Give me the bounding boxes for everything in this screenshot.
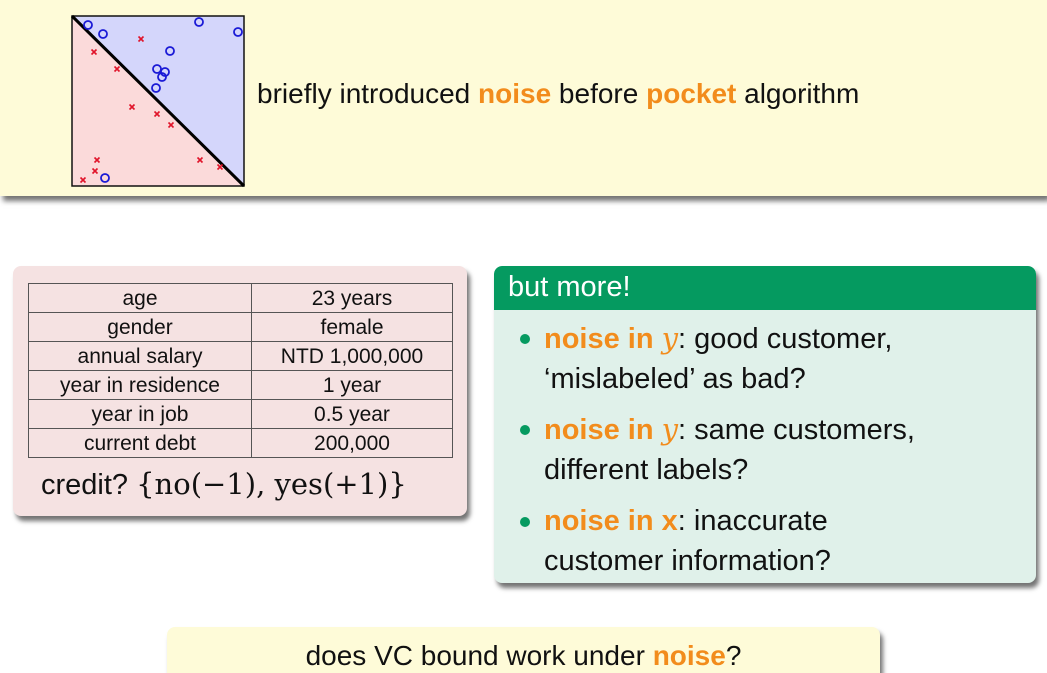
bullet-variable: x: [661, 505, 678, 537]
attribute-name: age: [28, 283, 252, 313]
attribute-name: year in residence: [28, 370, 252, 400]
table-row: gender female: [28, 312, 453, 342]
intro-sentence: briefly introduced noise before pocket a…: [257, 78, 859, 110]
question-banner: does VC bound work under noise?: [167, 627, 880, 673]
keyword-noise: noise: [652, 640, 726, 671]
intro-text-3: algorithm: [736, 78, 860, 109]
bullet-text: : same customers,: [678, 414, 915, 446]
intro-banner: briefly introduced noise before pocket a…: [0, 0, 1047, 196]
attribute-value: 1 year: [251, 370, 453, 400]
bullet-item: noise in y: good customer, ‘mislabeled’ …: [520, 318, 1024, 399]
bullet-item: noise in x: inaccurate customer informat…: [520, 501, 1024, 581]
bullet-icon: [520, 517, 530, 527]
attribute-value: NTD 1,000,000: [251, 341, 453, 371]
bullet-variable: y: [661, 321, 679, 355]
block-header: but more!: [494, 266, 1036, 310]
question-text-1: does VC bound work under: [305, 640, 653, 671]
attribute-name: gender: [28, 312, 252, 342]
bullet-keyword: noise in: [544, 323, 662, 355]
table-row: current debt 200,000: [28, 428, 453, 458]
intro-text-2: before: [551, 78, 647, 109]
bullet-text: : good customer,: [678, 323, 893, 355]
attribute-value: 200,000: [251, 428, 453, 458]
bullet-item: noise in y: same customers, different la…: [520, 409, 1024, 490]
bullet-text-line2: ‘mislabeled’ as bad?: [544, 363, 806, 395]
applicant-table: age 23 years gender female annual salary NT…: [28, 283, 453, 458]
table-row: age 23 years: [28, 283, 453, 313]
noise-examples-block: but more! noise in y: good customer, ‘mi…: [494, 266, 1036, 583]
bullet-keyword: noise in: [544, 414, 662, 446]
attribute-value: 23 years: [251, 283, 453, 313]
attribute-name: year in job: [28, 399, 252, 429]
block-title: but more!: [508, 271, 631, 303]
question-text-2: ?: [725, 640, 742, 671]
question-sentence: does VC bound work under noise?: [167, 640, 880, 672]
table-row: year in residence 1 year: [28, 370, 453, 400]
bullet-text-line2: customer information?: [544, 545, 831, 577]
noisy-classification-figure: [70, 14, 246, 188]
attribute-name: current debt: [28, 428, 252, 458]
bullet-text-line2: different labels?: [544, 454, 749, 486]
credit-answer-set: {no(−1), yes(+1)}: [136, 467, 407, 501]
credit-label: credit?: [41, 469, 137, 501]
keyword-pocket: pocket: [646, 78, 737, 109]
attribute-name: annual salary: [28, 341, 252, 371]
bullet-text: : inaccurate: [677, 505, 828, 537]
slide: briefly introduced noise before pocket a…: [0, 0, 1047, 673]
bullet-variable: y: [661, 412, 679, 446]
table-row: annual salary NTD 1,000,000: [28, 341, 453, 371]
keyword-noise: noise: [478, 78, 552, 109]
bullet-keyword: noise in: [544, 505, 662, 537]
credit-question: credit? {no(−1), yes(+1)}: [41, 467, 407, 502]
credit-application-block: age 23 years gender female annual salary NT…: [13, 266, 467, 516]
bullet-icon: [520, 334, 530, 344]
attribute-value: 0.5 year: [251, 399, 453, 429]
attribute-value: female: [251, 312, 453, 342]
table-row: year in job 0.5 year: [28, 399, 453, 429]
intro-text-1: briefly introduced: [257, 78, 479, 109]
bullet-icon: [520, 425, 530, 435]
